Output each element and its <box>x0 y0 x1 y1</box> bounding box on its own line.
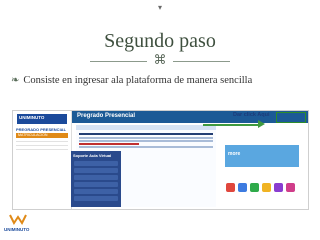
support-link[interactable] <box>74 175 118 180</box>
banner-text: more <box>228 151 241 157</box>
click-here-highlight[interactable] <box>276 112 306 123</box>
partner-badge[interactable] <box>238 183 247 192</box>
screenshot-left-panel <box>13 111 72 209</box>
leaf-bullet-icon: ❧ <box>11 75 20 86</box>
title-rule-right <box>173 61 230 62</box>
support-link[interactable] <box>74 168 118 173</box>
bullet-text: Consiste en ingresar ala plataforma de m… <box>23 75 253 86</box>
support-link[interactable] <box>74 182 118 187</box>
slide-title: Segundo paso <box>104 30 216 52</box>
content-line <box>79 140 213 142</box>
partner-badge[interactable] <box>262 183 271 192</box>
platform-title: Pregrado Presencial <box>77 113 136 119</box>
logo-text: UNIMINUTO <box>19 115 45 120</box>
content-line <box>79 137 213 139</box>
title-rule-left <box>90 61 147 62</box>
ornament-icon: ⌘ <box>153 52 167 67</box>
content-line <box>79 133 213 135</box>
partner-badge[interactable] <box>274 183 283 192</box>
menu-divider <box>16 141 68 142</box>
section-title: PREGRADO PRESENCIAL <box>16 127 67 132</box>
content-line <box>79 143 139 145</box>
menu-divider <box>16 145 68 146</box>
content-line <box>79 146 213 148</box>
partner-badge[interactable] <box>226 183 235 192</box>
footer-brand-text: UNIMINUTO <box>4 227 30 232</box>
support-link[interactable] <box>74 196 118 201</box>
menu-divider <box>16 149 68 150</box>
dar-click-label: Dar click Aqui <box>233 112 270 118</box>
partner-badge[interactable] <box>250 183 259 192</box>
partner-badge[interactable] <box>286 183 295 192</box>
slide-top-ornament: ▾ <box>157 3 162 12</box>
pointer-arrow-shaft <box>203 123 258 126</box>
uniminuto-footer-logo <box>9 214 27 225</box>
support-link[interactable] <box>74 161 118 166</box>
bullet-item: ❧ Consiste en ingresar ala plataforma de … <box>11 75 252 86</box>
content-header <box>76 125 216 130</box>
pointer-arrow-icon <box>258 120 265 128</box>
support-box-title: Soporte Aula Virtual <box>73 153 112 158</box>
support-link[interactable] <box>74 189 118 194</box>
highlighted-menu-label: MATRICULACION <box>18 133 48 137</box>
